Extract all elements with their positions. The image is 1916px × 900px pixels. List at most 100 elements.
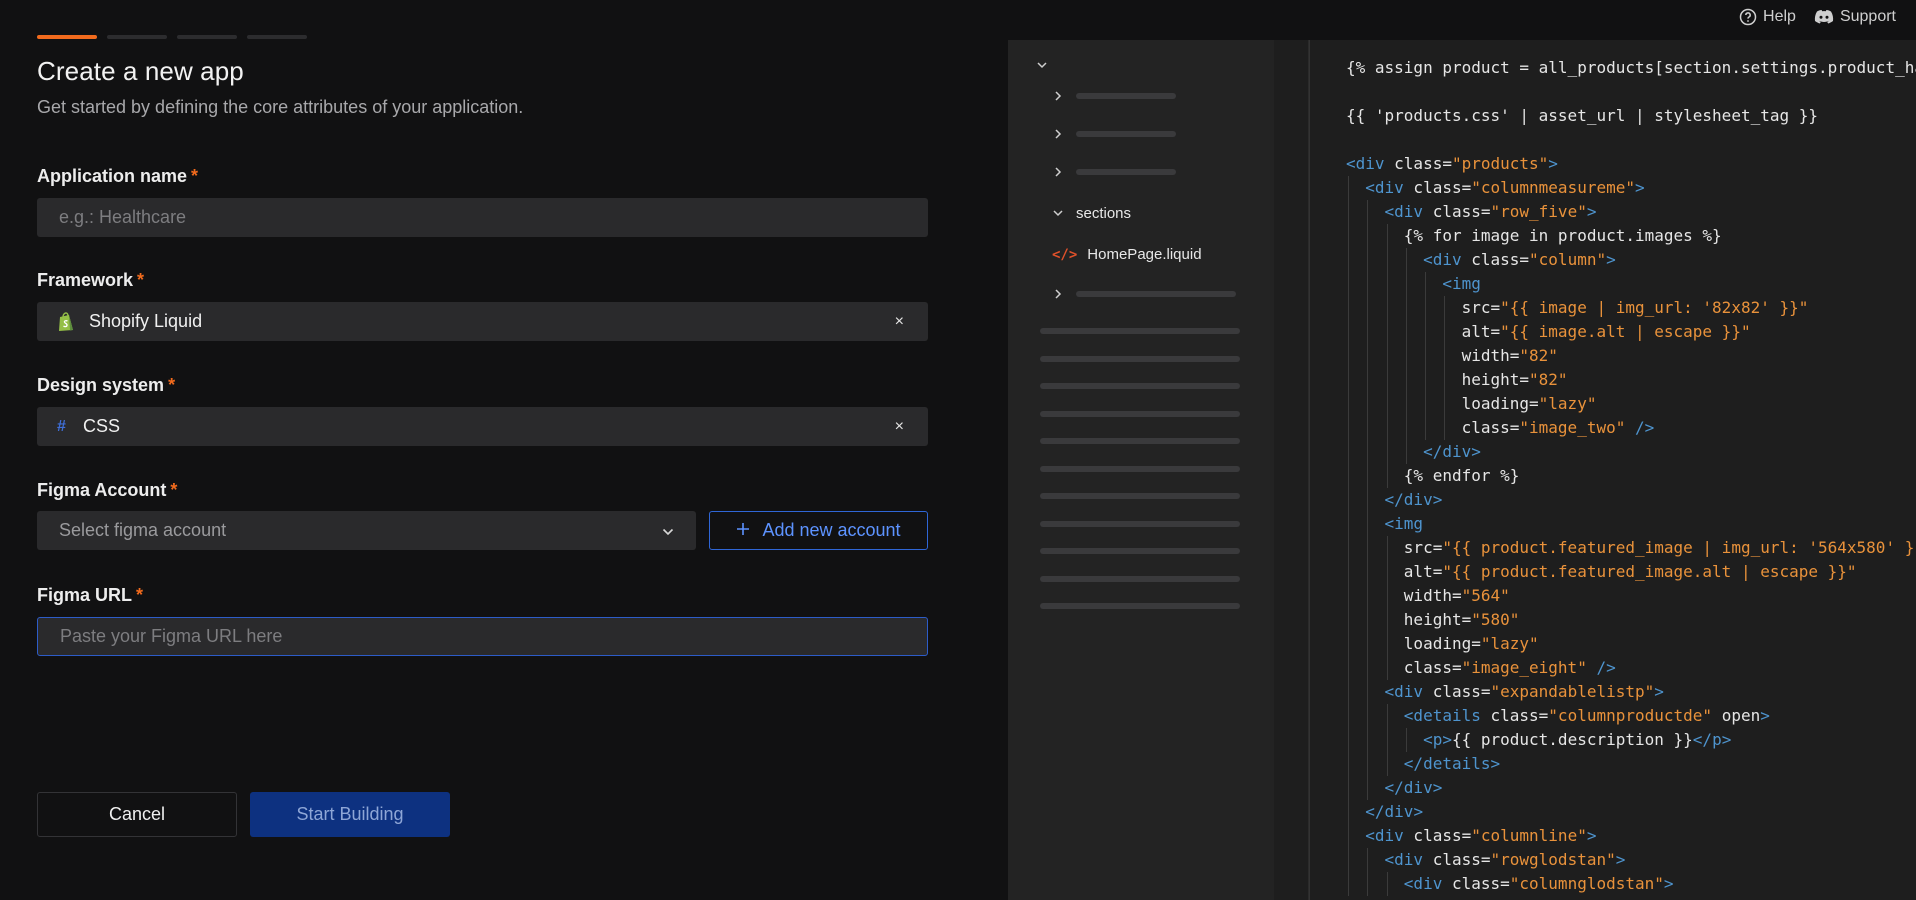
required-mark: * [168, 375, 176, 395]
tree-placeholder [1040, 520, 1240, 527]
design-system-clear-button[interactable]: × [891, 418, 908, 436]
tree-placeholder [1076, 169, 1176, 175]
discord-icon [1814, 9, 1834, 25]
top-links: Help Support [1739, 8, 1896, 26]
indent-guide [1386, 224, 1388, 488]
tree-placeholder [1076, 93, 1176, 99]
tree-placeholder [1076, 131, 1176, 137]
code-line: src="{{ image | img_url: '82x82' }}" [1346, 298, 1809, 317]
chevron-right-icon [1048, 167, 1068, 177]
tree-placeholder [1040, 575, 1240, 582]
app-name-label-text: Application name [37, 166, 188, 186]
tree-placeholder [1040, 465, 1240, 472]
app-name-input[interactable] [57, 206, 908, 229]
tree-folder[interactable] [1048, 167, 1176, 177]
chevron-right-icon [1048, 129, 1068, 139]
help-label: Help [1763, 8, 1796, 25]
figma-account-select[interactable]: Select figma account [37, 511, 696, 550]
chevron-down-icon [1048, 210, 1068, 217]
code-line: </div> [1365, 802, 1424, 821]
app-name-field[interactable] [37, 198, 928, 237]
tree-file-homepage[interactable]: </> HomePage.liquid [1052, 246, 1202, 263]
code-line: {{ 'products.css' | asset_url | styleshe… [1346, 106, 1819, 125]
indent-guide [1348, 176, 1349, 896]
tree-placeholder [1040, 548, 1240, 554]
cancel-button[interactable]: Cancel [37, 792, 237, 837]
code-line: {% endfor %} [1346, 466, 1520, 485]
code-line: <div class="row_five"> [1384, 202, 1597, 221]
required-mark: * [170, 480, 178, 500]
figma-account-label: Figma Account * [37, 480, 177, 501]
tree-folder[interactable] [1048, 91, 1176, 101]
code-line: </div> [1423, 442, 1481, 461]
support-label: Support [1839, 8, 1896, 25]
tree-folder-sections[interactable]: sections [1048, 205, 1131, 222]
code-line: <div class="rowglodstan"> [1384, 850, 1626, 869]
progress-stepper [37, 35, 307, 39]
framework-clear-button[interactable]: × [891, 313, 908, 331]
shopify-icon [57, 311, 75, 332]
step-4 [247, 35, 307, 39]
chevron-down-icon [662, 520, 674, 541]
figma-url-field[interactable] [37, 617, 928, 656]
support-link[interactable]: Support [1814, 8, 1896, 26]
indent-guide [1367, 848, 1369, 896]
file-label: HomePage.liquid [1087, 246, 1202, 263]
code-line: height="580" [1346, 610, 1520, 629]
code-line: <div class="columnline"> [1365, 826, 1597, 845]
code-line: <div class="products"> [1346, 154, 1558, 173]
figma-url-input[interactable] [58, 625, 907, 648]
framework-label: Framework * [37, 270, 144, 291]
design-system-select[interactable]: # CSS × [37, 407, 928, 446]
tree-placeholder [1040, 438, 1240, 444]
framework-label-text: Framework [37, 270, 134, 290]
indent-guide [1386, 704, 1388, 776]
help-link[interactable]: Help [1739, 8, 1796, 26]
code-line: loading="lazy" [1346, 394, 1597, 413]
code-line: <img [1384, 514, 1424, 533]
add-new-account-button[interactable]: Add new account [709, 511, 928, 550]
indent-guide [1405, 248, 1407, 464]
figma-account-label-text: Figma Account [37, 480, 167, 500]
sections-label: sections [1076, 205, 1132, 222]
framework-value: Shopify Liquid [89, 311, 203, 331]
framework-select[interactable]: Shopify Liquid × [37, 302, 928, 341]
tree-placeholder [1040, 493, 1240, 499]
chevron-right-icon [1048, 289, 1068, 299]
code-line: width="564" [1346, 586, 1510, 605]
code-line: {% assign product = all_products[section… [1346, 58, 1916, 77]
tree-placeholder [1040, 383, 1240, 389]
start-building-button[interactable]: Start Building [250, 792, 450, 837]
tree-root-toggle[interactable] [1032, 62, 1052, 69]
required-mark: * [191, 166, 199, 186]
code-line: alt="{{ product.featured_image.alt | esc… [1346, 562, 1857, 581]
code-gutter [1274, 40, 1309, 900]
step-2 [107, 35, 167, 39]
code-line: </div> [1384, 490, 1443, 509]
code-line: <p>{{ product.description }}</p> [1423, 730, 1732, 749]
indent-guide [1386, 872, 1388, 896]
code-line: <img [1442, 274, 1481, 293]
plus-icon [736, 520, 750, 541]
indent-guide [1386, 536, 1388, 680]
page-subtitle: Get started by defining the core attribu… [37, 97, 524, 117]
indent-guide [1405, 728, 1407, 752]
tree-folder[interactable] [1048, 129, 1176, 139]
code-line: <div class="expandablelistp"> [1384, 682, 1664, 701]
figma-url-label-text: Figma URL [37, 585, 133, 605]
indent-guide [1425, 272, 1427, 440]
code-line: loading="lazy" [1346, 634, 1539, 653]
code-line: src="{{ product.featured_image | img_url… [1346, 538, 1916, 557]
figma-account-placeholder: Select figma account [59, 520, 227, 540]
code-line: <div class="columnglodstan"> [1403, 874, 1674, 893]
tree-placeholder [1076, 291, 1236, 297]
tree-placeholder [1040, 603, 1240, 609]
tree-folder[interactable] [1048, 289, 1236, 299]
design-system-label: Design system * [37, 375, 175, 396]
code-file-icon: </> [1052, 246, 1078, 263]
app-name-label: Application name * [37, 166, 198, 187]
chevron-down-icon [1032, 62, 1052, 69]
design-system-value: CSS [83, 416, 121, 436]
step-1 [37, 35, 97, 39]
code-preview-panel: sections </> HomePage.liquid {% assign p… [1008, 40, 1916, 900]
